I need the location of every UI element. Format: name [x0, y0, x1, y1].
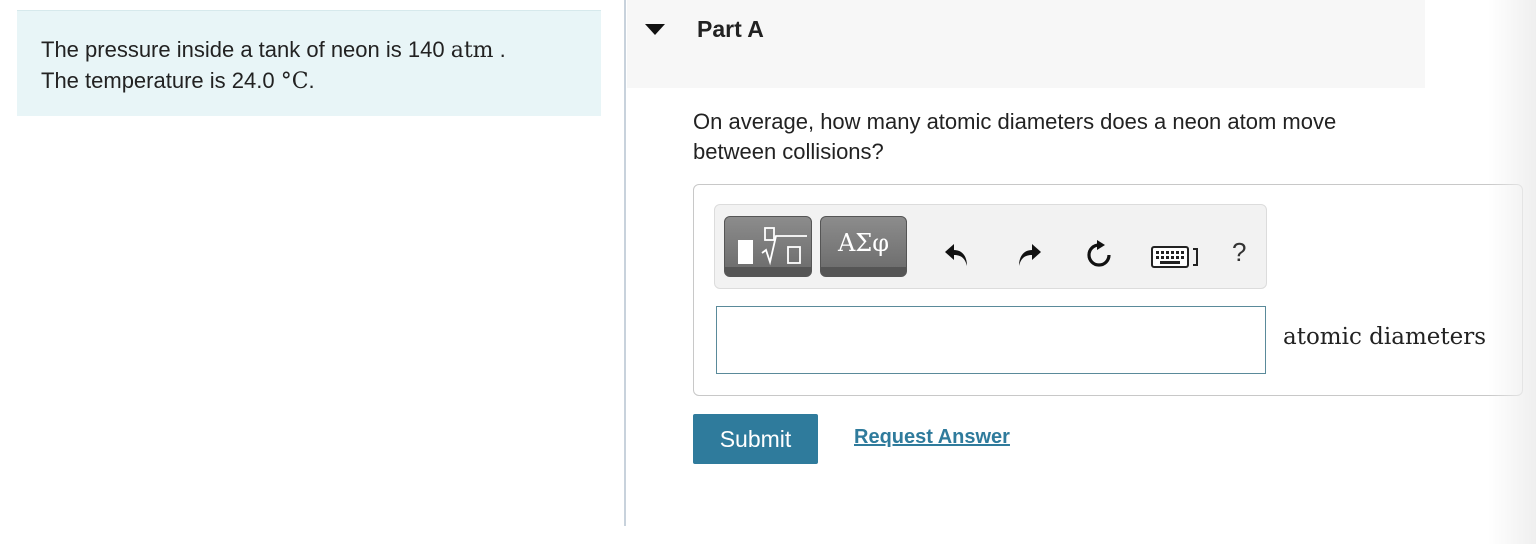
submit-button[interactable]: Submit: [693, 414, 818, 464]
symbols-button-shade: [821, 267, 906, 276]
question-text: On average, how many atomic diameters do…: [693, 109, 1337, 164]
problem-line-2-end: .: [308, 68, 315, 93]
temperature-unit: °C: [280, 69, 309, 94]
undo-icon[interactable]: [942, 239, 972, 269]
problem-statement: The pressure inside a tank of neon is 14…: [17, 10, 601, 116]
part-title: Part A: [697, 16, 764, 42]
templates-button-shade: [725, 267, 811, 276]
column-divider: [624, 0, 626, 526]
problem-line-1-end: .: [493, 37, 506, 62]
problem-line-1-text: The pressure inside a tank of neon is 14…: [41, 37, 451, 62]
problem-line-2-text: The temperature is 24.0: [41, 68, 281, 93]
collapse-caret-icon[interactable]: [645, 24, 665, 35]
reset-icon[interactable]: [1083, 239, 1115, 271]
greek-symbols-label: ΑΣφ: [837, 229, 890, 257]
keyboard-icon[interactable]: [1150, 243, 1204, 269]
answer-units: atomic diameters: [1283, 324, 1487, 350]
answer-input[interactable]: [716, 306, 1266, 374]
pressure-unit: atm: [450, 38, 494, 63]
page: The pressure inside a tank of neon is 14…: [0, 0, 1536, 544]
redo-icon[interactable]: [1014, 239, 1044, 269]
templates-button[interactable]: [724, 216, 812, 277]
scroll-edge-shade: [1488, 0, 1536, 544]
templates-icon: [738, 227, 807, 266]
help-icon[interactable]: ?: [1232, 237, 1246, 268]
greek-symbols-button[interactable]: ΑΣφ: [820, 216, 907, 277]
part-header[interactable]: [627, 0, 1425, 88]
problem-line-1: The pressure inside a tank of neon is 14…: [41, 35, 577, 66]
request-answer-link[interactable]: Request Answer: [854, 426, 1010, 449]
problem-line-2: The temperature is 24.0 °C.: [41, 66, 577, 97]
